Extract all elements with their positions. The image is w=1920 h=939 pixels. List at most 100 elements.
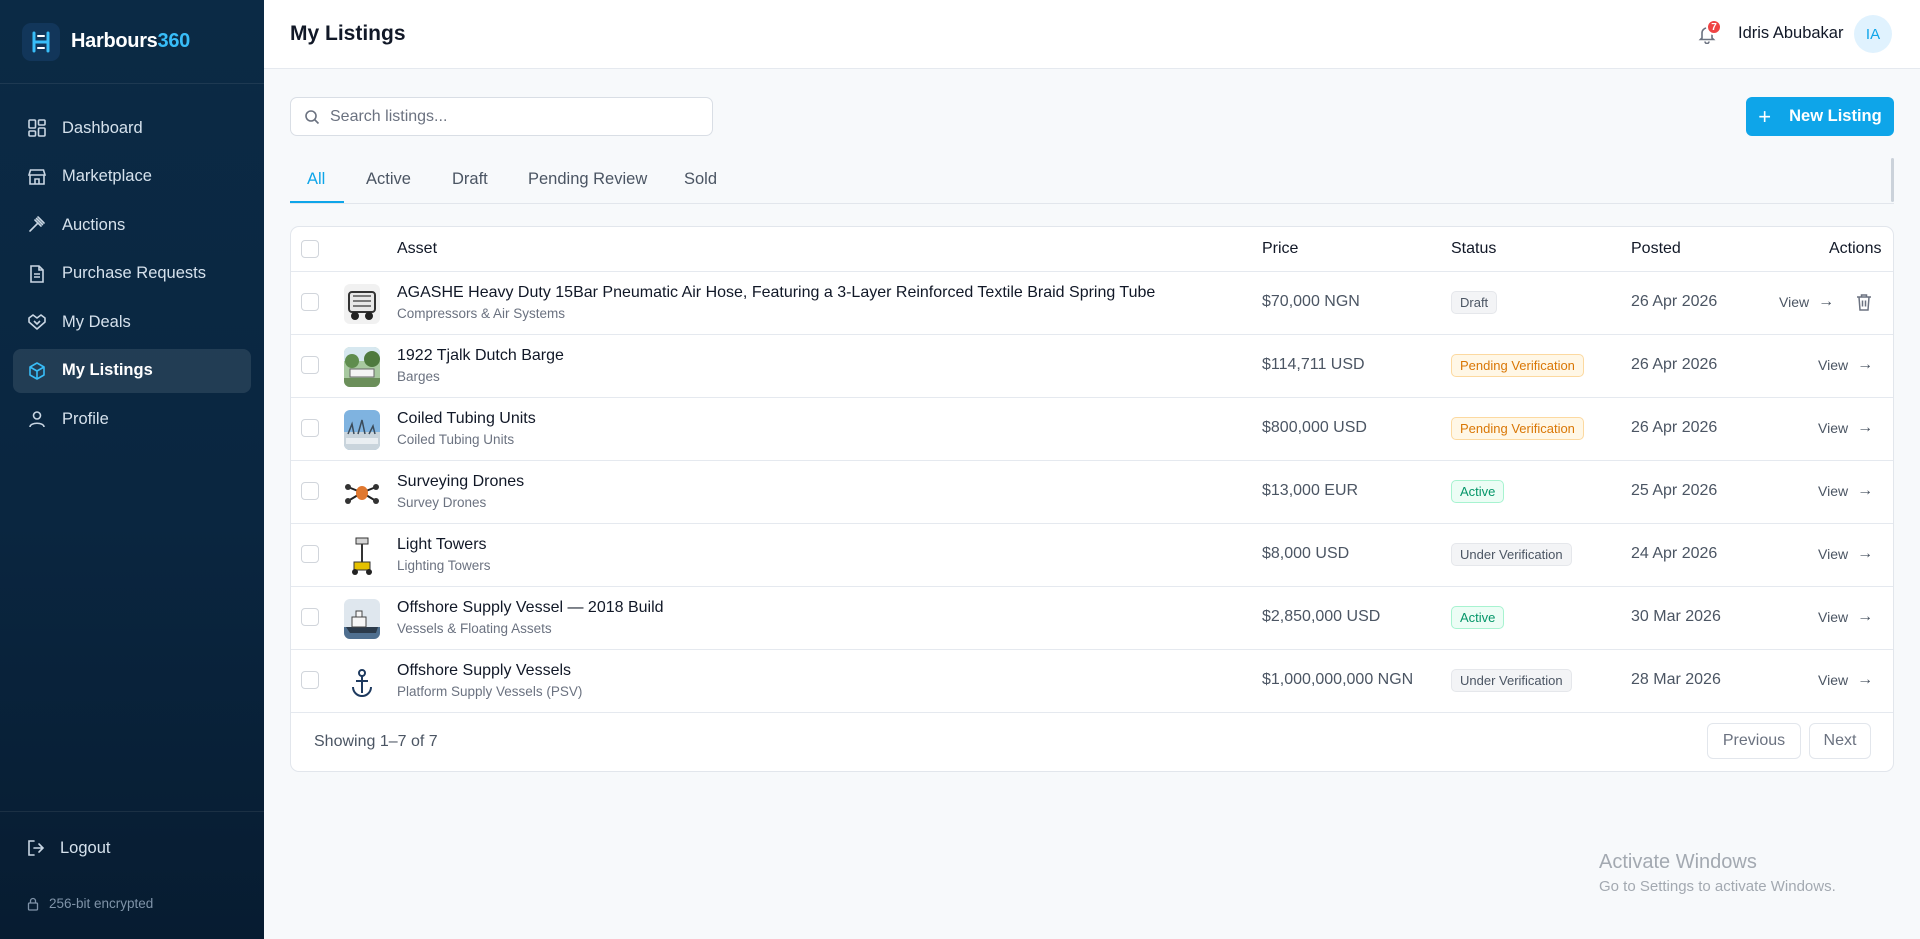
delete-button[interactable] <box>1856 293 1874 313</box>
arrow-right-icon: → <box>1857 671 1874 688</box>
sidebar-item-auctions[interactable]: Auctions <box>13 203 251 247</box>
view-button[interactable]: View → <box>1818 419 1873 437</box>
listing-title[interactable]: AGASHE Heavy Duty 15Bar Pneumatic Air Ho… <box>397 284 1155 302</box>
listing-title[interactable]: Offshore Supply Vessel — 2018 Build <box>397 599 664 617</box>
search-icon <box>305 109 320 124</box>
plus-icon: + <box>1758 103 1772 129</box>
lock-icon <box>26 897 40 911</box>
arrow-right-icon: → <box>1818 293 1835 310</box>
logout-button[interactable]: Logout <box>26 838 110 858</box>
listing-category: Survey Drones <box>397 495 487 510</box>
view-label: View <box>1818 609 1849 625</box>
listing-thumbnail <box>344 536 380 576</box>
listing-price: $8,000 USD <box>1262 545 1350 562</box>
sidebar-item-label: Dashboard <box>62 118 143 137</box>
view-button[interactable]: View → <box>1818 608 1873 626</box>
view-button[interactable]: View → <box>1818 671 1873 689</box>
posted-date: 25 Apr 2026 <box>1631 482 1718 499</box>
listing-thumbnail <box>344 662 380 702</box>
listing-title[interactable]: Surveying Drones <box>397 473 524 491</box>
table-header: Asset Price Status Posted Actions <box>291 227 1893 272</box>
select-all-checkbox[interactable] <box>301 240 319 258</box>
pagination-summary: Showing 1–7 of 7 <box>314 733 438 750</box>
sidebar-item-profile[interactable]: Profile <box>13 397 251 441</box>
row-checkbox[interactable] <box>301 419 319 437</box>
listing-title[interactable]: 1922 Tjalk Dutch Barge <box>397 347 564 365</box>
view-label: View <box>1818 483 1849 499</box>
table-row[interactable]: AGASHE Heavy Duty 15Bar Pneumatic Air Ho… <box>291 272 1893 335</box>
brand[interactable]: Harbours360 <box>0 0 264 84</box>
listings-table: Asset Price Status Posted Actions AGASHE… <box>290 226 1894 772</box>
status-badge: Draft <box>1451 291 1498 314</box>
tab-draft[interactable]: Draft <box>452 170 488 189</box>
search-box[interactable] <box>290 97 713 136</box>
listing-price: $13,000 EUR <box>1262 482 1359 499</box>
watermark-title: Activate Windows <box>1599 851 1757 873</box>
arrow-right-icon: → <box>1857 608 1874 625</box>
top-header: My Listings 7 Idris Abubakar IA <box>264 0 1920 69</box>
row-checkbox[interactable] <box>301 545 319 563</box>
sidebar-item-marketplace[interactable]: Marketplace <box>13 155 251 199</box>
view-button[interactable]: View → <box>1779 293 1834 311</box>
table-row[interactable]: 1922 Tjalk Dutch Barge Barges $114,711 U… <box>291 335 1893 398</box>
table-row[interactable]: Light Towers Lighting Towers $8,000 USD … <box>291 524 1893 587</box>
listing-thumbnail <box>344 347 380 387</box>
posted-date: 26 Apr 2026 <box>1631 293 1718 310</box>
windows-activation-watermark: Activate Windows Go to Settings to activ… <box>1599 851 1836 895</box>
avatar[interactable]: IA <box>1854 15 1892 53</box>
previous-page-button[interactable]: Previous <box>1707 723 1801 759</box>
view-button[interactable]: View → <box>1818 356 1873 374</box>
sidebar-item-purchase-requests[interactable]: Purchase Requests <box>13 252 251 296</box>
row-checkbox[interactable] <box>301 608 319 626</box>
scrollbar[interactable] <box>1891 158 1894 202</box>
table-row[interactable]: Offshore Supply Vessel — 2018 Build Vess… <box>291 587 1893 650</box>
listing-thumbnail <box>344 410 380 450</box>
encryption-label: 256-bit encrypted <box>49 896 154 911</box>
view-button[interactable]: View → <box>1818 545 1873 563</box>
sidebar-footer: Logout 256-bit encrypted <box>0 811 264 939</box>
search-input[interactable] <box>330 107 690 126</box>
table-row[interactable]: Surveying Drones Survey Drones $13,000 E… <box>291 461 1893 524</box>
listing-price: $70,000 NGN <box>1262 293 1360 310</box>
listing-category: Vessels & Floating Assets <box>397 621 552 636</box>
trash-icon <box>1857 294 1871 311</box>
sidebar-item-my-deals[interactable]: My Deals <box>13 300 251 344</box>
listing-category: Compressors & Air Systems <box>397 306 566 321</box>
status-badge: Under Verification <box>1451 543 1572 566</box>
logout-icon <box>26 838 46 858</box>
posted-date: 28 Mar 2026 <box>1631 671 1721 688</box>
table-row[interactable]: Coiled Tubing Units Coiled Tubing Units … <box>291 398 1893 461</box>
listing-category: Platform Supply Vessels (PSV) <box>397 684 583 699</box>
new-listing-button[interactable]: + New Listing <box>1746 97 1894 136</box>
new-listing-label: New Listing <box>1789 107 1882 125</box>
document-icon <box>26 263 48 285</box>
tab-active[interactable]: Active <box>366 170 411 189</box>
handshake-icon <box>26 311 48 333</box>
sidebar-item-label: Auctions <box>62 215 126 234</box>
table-row[interactable]: Offshore Supply Vessels Platform Supply … <box>291 650 1893 713</box>
tab-pending-review[interactable]: Pending Review <box>528 170 647 189</box>
view-button[interactable]: View → <box>1818 482 1873 500</box>
sidebar-item-dashboard[interactable]: Dashboard <box>13 106 251 150</box>
listing-title[interactable]: Coiled Tubing Units <box>397 410 536 428</box>
listing-title[interactable]: Light Towers <box>397 536 487 554</box>
notifications-button[interactable]: 7 <box>1697 19 1722 45</box>
row-checkbox[interactable] <box>301 671 319 689</box>
column-header-asset: Asset <box>397 240 438 257</box>
listing-title[interactable]: Offshore Supply Vessels <box>397 662 571 680</box>
tab-sold[interactable]: Sold <box>684 170 717 189</box>
tab-all[interactable]: All <box>307 170 325 189</box>
row-checkbox[interactable] <box>301 293 319 311</box>
next-page-button[interactable]: Next <box>1809 723 1871 759</box>
sidebar-item-label: Purchase Requests <box>62 264 206 282</box>
encryption-note: 256-bit encrypted <box>26 896 153 911</box>
sidebar-item-my-listings[interactable]: My Listings <box>13 348 251 393</box>
column-header-actions: Actions <box>1829 240 1882 257</box>
posted-date: 30 Mar 2026 <box>1631 608 1721 625</box>
logout-label: Logout <box>60 838 111 857</box>
user-name[interactable]: Idris Abubakar <box>1738 24 1843 43</box>
status-badge: Under Verification <box>1451 669 1572 692</box>
row-checkbox[interactable] <box>301 482 319 500</box>
row-checkbox[interactable] <box>301 356 319 374</box>
listing-category: Coiled Tubing Units <box>397 432 515 447</box>
